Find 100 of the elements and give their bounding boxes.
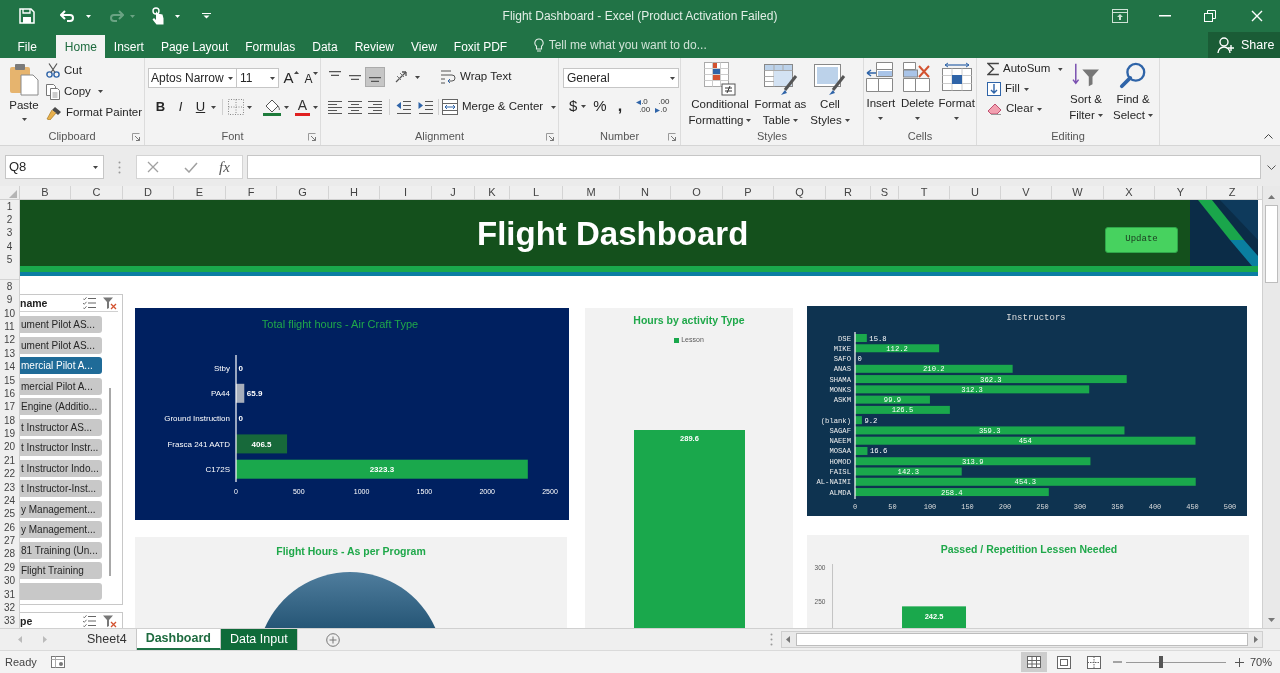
column-header[interactable]: O bbox=[671, 186, 723, 199]
slicer-item[interactable]: mercial Pilot A... bbox=[20, 377, 102, 395]
menu-tab[interactable]: Data bbox=[303, 35, 347, 58]
find-select-button[interactable]: Find & Select bbox=[1111, 59, 1155, 123]
row-header[interactable]: 11 bbox=[0, 320, 19, 334]
horizontal-scrollbar[interactable] bbox=[781, 631, 1263, 648]
column-header[interactable]: X bbox=[1104, 186, 1155, 199]
column-header[interactable]: N bbox=[620, 186, 671, 199]
delete-cells-button[interactable]: Delete bbox=[897, 62, 938, 120]
menu-tab[interactable]: Page Layout bbox=[152, 35, 237, 58]
caret-icon[interactable] bbox=[175, 14, 180, 18]
menu-tab[interactable]: File bbox=[9, 35, 46, 58]
column-header[interactable]: E bbox=[174, 186, 226, 199]
row-header[interactable]: 15 bbox=[0, 373, 19, 387]
row-header[interactable]: 31 bbox=[0, 587, 19, 601]
italic-button[interactable]: I bbox=[172, 97, 189, 117]
row-header[interactable]: 28 bbox=[0, 547, 19, 561]
menu-tab[interactable]: Home bbox=[56, 35, 106, 58]
multi-select-icon[interactable] bbox=[83, 297, 96, 309]
name-box[interactable]: Q8 bbox=[5, 155, 104, 179]
restore-icon[interactable] bbox=[1204, 10, 1216, 22]
row-header[interactable]: 18 bbox=[0, 413, 19, 428]
zoom-slider[interactable] bbox=[1125, 656, 1226, 668]
zoom-in-icon[interactable] bbox=[1234, 657, 1244, 667]
row-header[interactable]: 5 bbox=[0, 252, 19, 266]
caret-icon[interactable] bbox=[415, 75, 420, 79]
row-header[interactable]: 16 bbox=[0, 386, 19, 401]
slicer-item[interactable]: t Instructor-Inst... bbox=[20, 480, 102, 497]
row-header[interactable]: 17 bbox=[0, 400, 19, 414]
decrease-indent-icon[interactable] bbox=[396, 99, 412, 115]
increase-decimal-button[interactable]: .0 .00 bbox=[636, 98, 651, 114]
number-format-dropdown[interactable]: General bbox=[563, 68, 679, 88]
vertical-scrollbar[interactable] bbox=[1262, 186, 1280, 628]
caret-icon[interactable] bbox=[313, 105, 318, 109]
share-button[interactable]: Share bbox=[1208, 32, 1280, 58]
dialog-launcher-icon[interactable] bbox=[308, 132, 316, 141]
comma-button[interactable]: , bbox=[617, 94, 623, 118]
menu-tab[interactable]: Insert bbox=[105, 35, 153, 58]
ribbon-display-icon[interactable] bbox=[1112, 9, 1128, 23]
caret-icon[interactable] bbox=[86, 14, 91, 18]
caret-icon[interactable] bbox=[247, 105, 252, 109]
format-cells-button[interactable]: Format bbox=[937, 62, 976, 120]
column-header[interactable]: T bbox=[899, 186, 950, 199]
insert-function-button[interactable]: fx bbox=[219, 155, 230, 179]
row-header[interactable]: 3 bbox=[0, 226, 19, 240]
slicer-item[interactable]: t Instructor Indo... bbox=[20, 459, 102, 477]
slicer-item[interactable]: t Instructor AS... bbox=[20, 418, 102, 436]
slicer-item[interactable]: ument Pilot AS... bbox=[20, 316, 102, 333]
sort-filter-button[interactable]: Sort & Filter bbox=[1063, 59, 1109, 123]
row-header[interactable]: 25 bbox=[0, 507, 19, 521]
column-header[interactable]: B bbox=[20, 186, 71, 199]
slicer-item[interactable]: Flight Training bbox=[20, 562, 102, 579]
menu-tab[interactable]: View bbox=[402, 35, 446, 58]
row-header[interactable]: 29 bbox=[0, 560, 19, 575]
fill-color-icon[interactable] bbox=[263, 98, 281, 116]
row-header[interactable]: 9 bbox=[0, 293, 19, 307]
sheet-tab[interactable]: Dashboard bbox=[136, 629, 221, 650]
slicer-scrollbar[interactable] bbox=[109, 388, 111, 576]
slicer-item[interactable]: mercial Pilot A... bbox=[20, 357, 102, 374]
grip-icon[interactable] bbox=[770, 633, 773, 646]
expand-icon[interactable] bbox=[1267, 165, 1276, 170]
font-size-dropdown[interactable]: 11 bbox=[237, 68, 279, 88]
font-name-dropdown[interactable]: Aptos Narrow bbox=[148, 68, 237, 88]
align-right-icon[interactable] bbox=[367, 99, 383, 115]
row-header[interactable]: 13 bbox=[0, 346, 19, 361]
row-header[interactable]: 10 bbox=[0, 306, 19, 321]
row-header[interactable]: 26 bbox=[0, 520, 19, 535]
autosum-button[interactable]: AutoSum bbox=[987, 59, 1063, 79]
column-header[interactable]: Q bbox=[774, 186, 826, 199]
clear-filter-icon[interactable] bbox=[103, 614, 117, 628]
column-header[interactable]: Y bbox=[1155, 186, 1207, 199]
row-header[interactable]: 2 bbox=[0, 213, 19, 227]
scroll-down-icon[interactable] bbox=[1268, 618, 1275, 622]
currency-button[interactable]: $ bbox=[569, 94, 587, 118]
menu-tab[interactable]: Review bbox=[346, 35, 403, 58]
close-icon[interactable] bbox=[1251, 10, 1263, 22]
bold-button[interactable]: B bbox=[152, 97, 169, 117]
slicer-item[interactable]: 81 Training (Un... bbox=[20, 541, 102, 559]
view-button[interactable] bbox=[1020, 652, 1047, 672]
row-header[interactable]: 22 bbox=[0, 467, 19, 481]
clear-button[interactable]: Clear bbox=[987, 99, 1063, 119]
column-header[interactable]: R bbox=[826, 186, 871, 199]
slicer-item[interactable]: t Instructor Instr... bbox=[20, 439, 102, 456]
align-left-icon[interactable] bbox=[327, 99, 343, 115]
slider-thumb[interactable] bbox=[1158, 656, 1163, 668]
row-header[interactable]: 23 bbox=[0, 480, 19, 494]
collapse-ribbon-icon[interactable] bbox=[1264, 134, 1273, 139]
cell-styles-button[interactable]: Cell Styles bbox=[808, 62, 852, 128]
slicer-item[interactable]: y Management... bbox=[20, 521, 102, 538]
column-header[interactable]: V bbox=[1001, 186, 1052, 199]
underline-button[interactable]: U bbox=[192, 97, 209, 117]
multi-select-icon[interactable] bbox=[83, 615, 96, 627]
column-header[interactable]: K bbox=[475, 186, 510, 199]
tell-me-field[interactable]: Tell me what you want to do... bbox=[548, 36, 719, 54]
row-header[interactable]: 8 bbox=[0, 279, 19, 294]
menu-tab[interactable]: Foxit PDF bbox=[445, 35, 516, 58]
scroll-up-icon[interactable] bbox=[1268, 195, 1275, 199]
cancel-icon[interactable] bbox=[147, 161, 159, 173]
format-painter-button[interactable]: Format Painter bbox=[45, 102, 143, 123]
conditional-formatting-button[interactable]: Conditional Formatting bbox=[687, 62, 753, 128]
